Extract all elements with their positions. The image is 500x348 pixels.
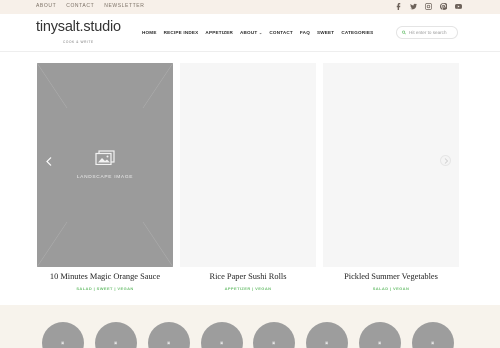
recipe-card-image[interactable]: LANDSCAPE IMAGE xyxy=(37,63,173,267)
nav-appetizer[interactable]: APPETIZER xyxy=(205,30,233,35)
slider-next-button[interactable] xyxy=(440,155,451,166)
instagram-icon[interactable] xyxy=(425,3,432,10)
nav-home[interactable]: HOME xyxy=(142,30,157,35)
image-icon: ▣ xyxy=(325,341,329,345)
recipe-card-image[interactable] xyxy=(180,63,316,267)
top-link-newsletter[interactable]: NEWSLETTER xyxy=(104,3,144,9)
search-icon xyxy=(402,30,406,35)
site-logo[interactable]: tinysalt.studio COOK & WRITE xyxy=(36,19,121,44)
top-links: ABOUT CONTACT NEWSLETTER xyxy=(36,3,144,9)
image-icon: ▣ xyxy=(272,341,276,345)
chevron-down-icon: ⌄ xyxy=(258,30,263,35)
logo-tagline: COOK & WRITE xyxy=(63,40,94,44)
image-icon: ▣ xyxy=(431,341,435,345)
facebook-icon[interactable] xyxy=(395,3,402,10)
youtube-icon[interactable] xyxy=(455,3,462,10)
slider-prev-button[interactable] xyxy=(42,154,56,168)
top-link-contact[interactable]: CONTACT xyxy=(66,3,94,9)
recipe-categories[interactable]: APPETIZER | VEGAN xyxy=(180,286,316,291)
recipe-categories[interactable]: SALAD | VEGAN xyxy=(323,286,459,291)
logo-name: tinysalt.studio xyxy=(36,19,121,35)
recipe-title[interactable]: Rice Paper Sushi Rolls xyxy=(180,272,316,281)
recipe-card-image[interactable] xyxy=(323,63,459,267)
image-icon: ▣ xyxy=(378,341,382,345)
placeholder-diagonals xyxy=(37,63,173,267)
recipe-title[interactable]: Pickled Summer Vegetables xyxy=(323,272,459,281)
site-header: tinysalt.studio COOK & WRITE HOME RECIPE… xyxy=(0,14,500,52)
nav-about-label: ABOUT xyxy=(240,30,258,35)
twitter-icon[interactable] xyxy=(410,3,417,10)
social-links xyxy=(395,3,462,10)
search-input[interactable] xyxy=(409,30,457,35)
main-nav: HOME RECIPE INDEX APPETIZER ABOUT ⌄ CONT… xyxy=(142,30,373,35)
nav-contact[interactable]: CONTACT xyxy=(269,30,293,35)
nav-recipe-index[interactable]: RECIPE INDEX xyxy=(164,30,199,35)
image-icon xyxy=(95,150,115,165)
pinterest-icon[interactable] xyxy=(440,3,447,10)
nav-about[interactable]: ABOUT ⌄ xyxy=(240,30,262,35)
nav-faq[interactable]: FAQ xyxy=(300,30,310,35)
recipe-title[interactable]: 10 Minutes Magic Orange Sauce xyxy=(37,272,173,281)
image-icon: ▣ xyxy=(220,341,224,345)
image-icon: ▣ xyxy=(114,341,118,345)
image-icon: ▣ xyxy=(61,341,65,345)
top-link-about[interactable]: ABOUT xyxy=(36,3,56,9)
image-placeholder-label: LANDSCAPE IMAGE xyxy=(76,175,134,180)
image-icon: ▣ xyxy=(167,341,171,345)
top-bar: ABOUT CONTACT NEWSLETTER xyxy=(0,0,500,14)
nav-categories[interactable]: CATEGORIES xyxy=(341,30,373,35)
chevron-right-icon xyxy=(444,157,448,164)
chevron-left-icon xyxy=(46,156,52,166)
search-box[interactable] xyxy=(396,26,458,39)
nav-sweet[interactable]: SWEET xyxy=(317,30,334,35)
recipe-categories[interactable]: SALAD | SWEET | VEGAN xyxy=(37,286,173,291)
